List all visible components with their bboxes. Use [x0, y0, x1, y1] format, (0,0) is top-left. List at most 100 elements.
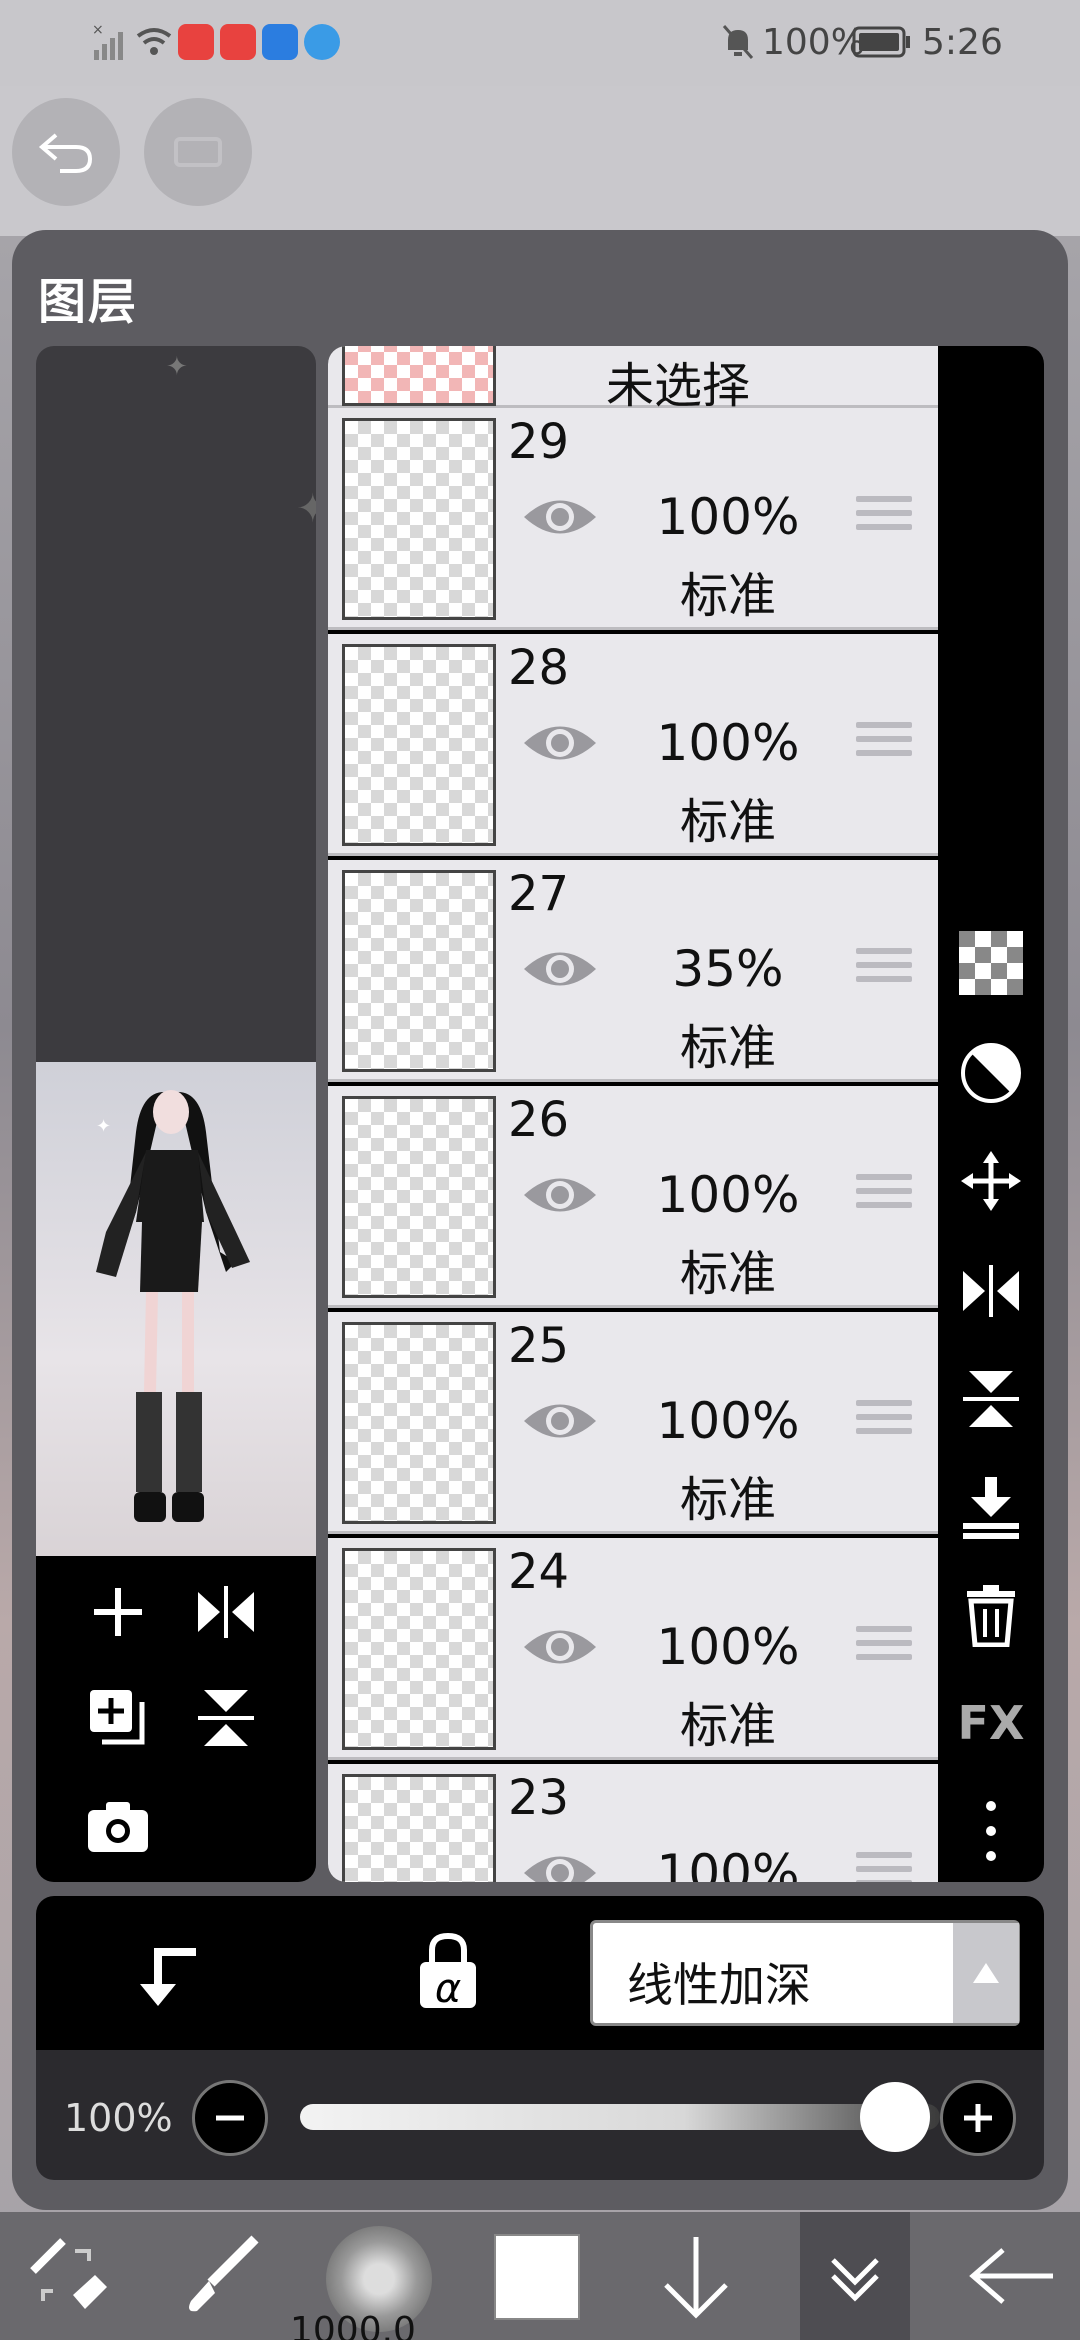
eye-icon: [524, 952, 596, 986]
browser-badge: [304, 24, 340, 60]
mute-bell-icon: [720, 22, 756, 62]
move-icon: [961, 1151, 1021, 1211]
duplicate-layer-button[interactable]: [78, 1678, 158, 1758]
opacity-increase-button[interactable]: [940, 2080, 1016, 2156]
drag-handle-icon[interactable]: [856, 1852, 912, 1882]
move-layer-button[interactable]: [956, 1146, 1026, 1216]
layer-thumbnail: [342, 870, 496, 1072]
visibility-toggle[interactable]: [520, 492, 600, 542]
opacity-decrease-button[interactable]: [192, 2080, 268, 2156]
preview-toolbar: [36, 1556, 316, 1882]
drag-handle-icon[interactable]: [856, 496, 912, 542]
top-toolbar: [0, 86, 1080, 236]
brush-button[interactable]: [160, 2212, 280, 2340]
selection-label: 未选择: [605, 358, 750, 414]
canvas-thumbnail[interactable]: ✦: [36, 1062, 316, 1556]
contrast-icon: [961, 1043, 1021, 1103]
layer-number: 24: [508, 1544, 570, 1600]
tool-switch-button[interactable]: [8, 2212, 128, 2340]
layer-row[interactable]: 25 100% 标准: [328, 1312, 938, 1534]
signal-icon: ×: [92, 22, 128, 62]
add-layer-button[interactable]: [78, 1572, 158, 1652]
back-button[interactable]: [952, 2212, 1072, 2340]
visibility-toggle[interactable]: [520, 1396, 600, 1446]
selection-layer-row[interactable]: 未选择: [328, 346, 938, 414]
layer-row[interactable]: 28 100% 标准: [328, 634, 938, 856]
layer-blend-mode: 标准: [679, 1472, 776, 1528]
plus-icon: [94, 1588, 142, 1636]
camera-icon: [88, 1802, 148, 1852]
layer-opacity: 100%: [656, 1618, 800, 1676]
blend-mode-select[interactable]: 线性加深: [590, 1920, 1020, 2026]
layer-number: 26: [508, 1092, 570, 1148]
clipping-toggle-button[interactable]: [136, 1936, 216, 2016]
layer-number: 23: [508, 1770, 570, 1826]
drag-handle-icon[interactable]: [856, 948, 912, 994]
layer-thumbnail: [342, 1548, 496, 1750]
visibility-toggle[interactable]: [520, 1170, 600, 1220]
alpha-lock-button[interactable]: α: [416, 1932, 496, 2016]
layer-thumbnail: [342, 418, 496, 620]
visibility-toggle[interactable]: [520, 1622, 600, 1672]
layer-row[interactable]: 26 100% 标准: [328, 1086, 938, 1308]
layers-toggle-button[interactable]: [800, 2212, 910, 2340]
fx-button[interactable]: FX: [956, 1688, 1026, 1758]
huawei-store-badge-2: [220, 24, 256, 60]
layer-number: 27: [508, 866, 570, 922]
undo-button[interactable]: [12, 98, 120, 206]
layer-opacity: 100%: [656, 1166, 800, 1224]
more-button[interactable]: [956, 1796, 1026, 1866]
flip-horizontal-button[interactable]: [186, 1572, 266, 1652]
visibility-toggle[interactable]: [520, 944, 600, 994]
flip-horizontal-icon: [963, 1265, 1019, 1317]
layer-tools-column: FX: [938, 346, 1044, 1882]
color-swatch[interactable]: [494, 2234, 580, 2320]
merge-down-button[interactable]: [956, 1472, 1026, 1542]
plus-icon: [964, 2104, 992, 2132]
layer-row[interactable]: 23100%标准: [328, 1764, 938, 1882]
flip-vertical-icon: [963, 1371, 1019, 1427]
eye-icon: [524, 1630, 596, 1664]
transparency-button[interactable]: [956, 928, 1026, 998]
flip-vertical-button[interactable]: [186, 1678, 266, 1758]
layer-number: 29: [508, 414, 570, 470]
layer-thumbnail: [342, 644, 496, 846]
drag-handle-icon[interactable]: [856, 1400, 912, 1446]
redo-button[interactable]: [144, 98, 252, 206]
layer-thumbnail: [342, 1096, 496, 1298]
more-icon: [986, 1801, 996, 1861]
layer-blend-mode: 标准: [679, 568, 776, 624]
panel-title: 图层: [38, 274, 139, 330]
undo-icon: [38, 133, 93, 173]
flip-horizontal-icon: [198, 1586, 254, 1638]
checker-icon: [959, 931, 1023, 995]
visibility-toggle[interactable]: [520, 1848, 600, 1882]
layer-blend-mode: 标准: [679, 1698, 776, 1754]
layer-down-button[interactable]: [636, 2212, 756, 2340]
layer-row[interactable]: 29 100% 标准: [328, 408, 938, 630]
layer-opacity: 35%: [672, 940, 784, 998]
eye-icon: [524, 1856, 596, 1882]
blend-mode-dropdown-arrow[interactable]: [953, 1923, 1019, 2023]
drag-handle-icon[interactable]: [856, 1174, 912, 1220]
flip-layer-horizontal-button[interactable]: [956, 1256, 1026, 1326]
flip-layer-vertical-button[interactable]: [956, 1364, 1026, 1434]
layer-preview: ✦ ✦ ✦: [36, 346, 316, 1882]
drag-handle-icon[interactable]: [856, 1626, 912, 1672]
sparkle-icon: ✦: [296, 486, 316, 532]
visibility-toggle[interactable]: [520, 718, 600, 768]
clipping-button[interactable]: [956, 1038, 1026, 1108]
fx-label: FX: [957, 1696, 1025, 1750]
battery-icon: [852, 26, 912, 58]
layer-row[interactable]: 24 100% 标准: [328, 1538, 938, 1760]
eye-icon: [524, 1178, 596, 1212]
delete-layer-button[interactable]: [956, 1580, 1026, 1650]
huawei-store-badge: [178, 24, 214, 60]
layer-row[interactable]: 27 35% 标准: [328, 860, 938, 1082]
eye-icon: [524, 726, 596, 760]
drag-handle-icon[interactable]: [856, 722, 912, 768]
layer-blend-mode: 标准: [679, 794, 776, 850]
camera-button[interactable]: [78, 1786, 158, 1866]
opacity-slider[interactable]: [300, 2104, 940, 2130]
opacity-slider-thumb[interactable]: [860, 2082, 930, 2152]
